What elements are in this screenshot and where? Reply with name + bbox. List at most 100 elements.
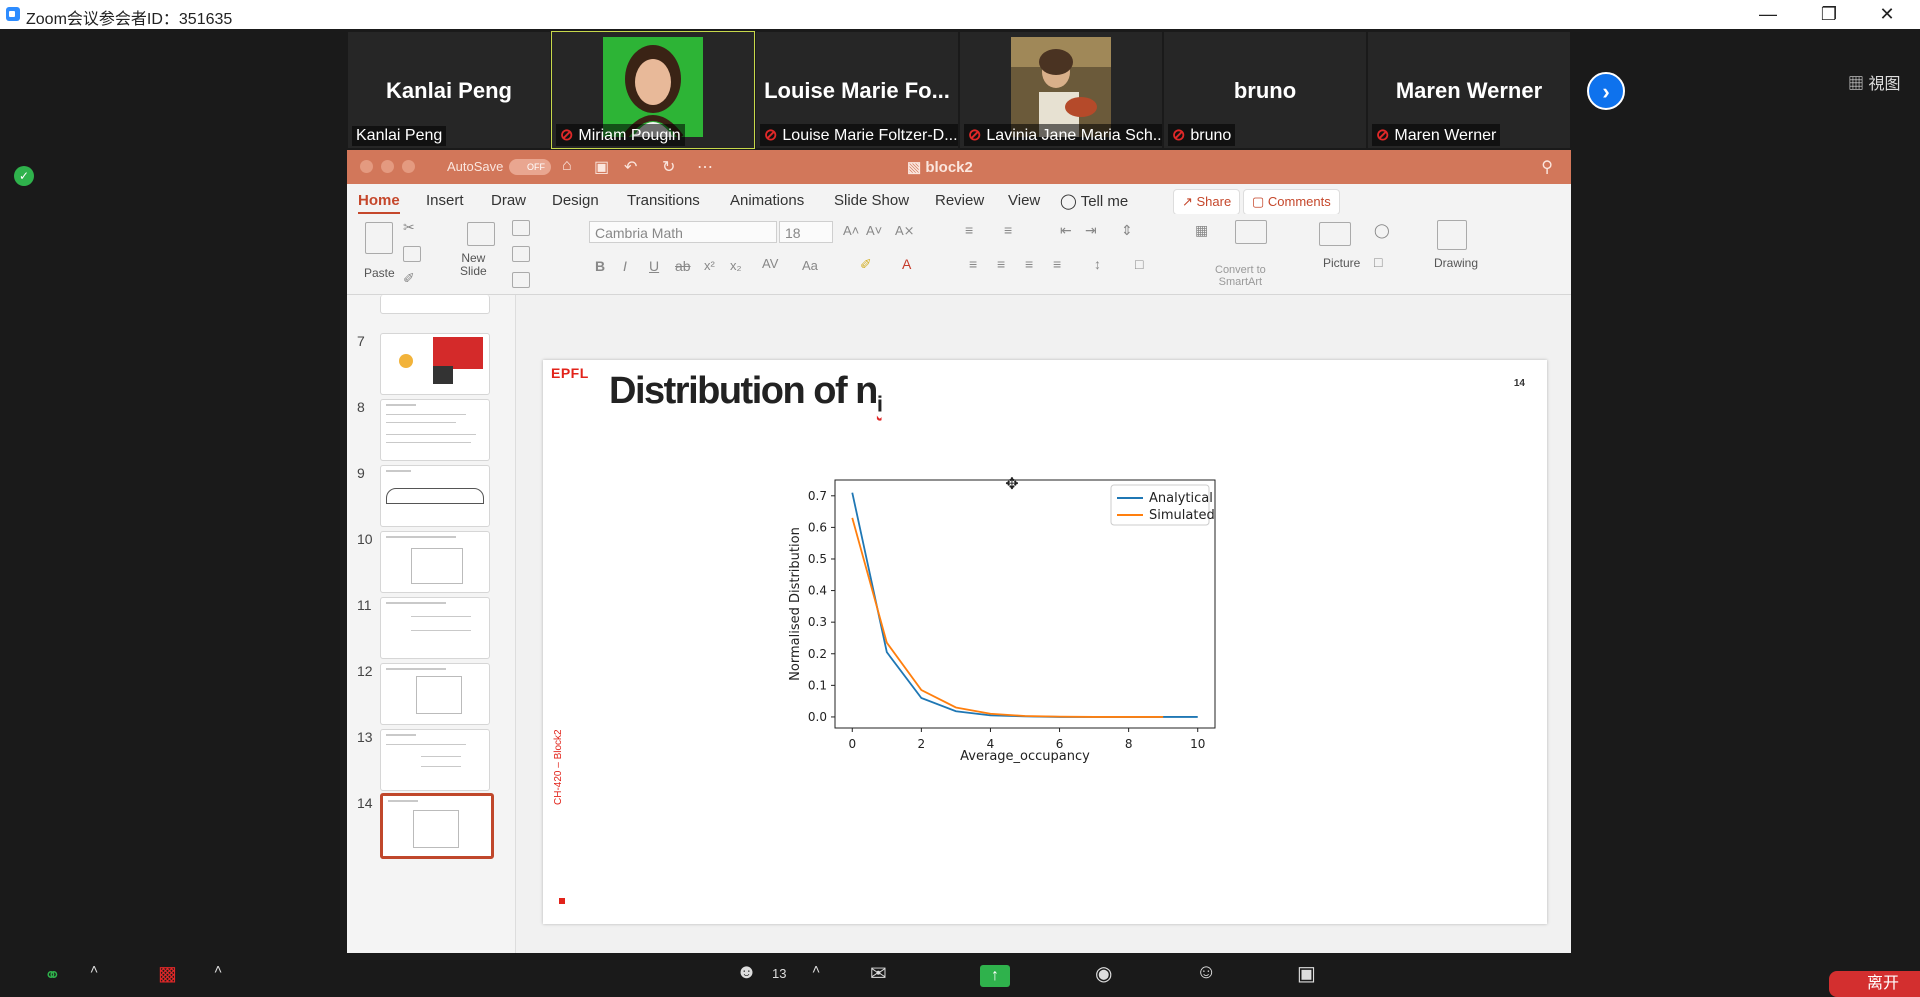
close-window-button[interactable]: ✕: [1864, 0, 1910, 29]
close-dot[interactable]: [360, 160, 373, 173]
increase-indent-icon[interactable]: ⇥: [1085, 222, 1097, 239]
convert-smartart-label[interactable]: Convert to SmartArt: [1215, 264, 1266, 288]
participant-tile[interactable]: bruno ⊘ bruno: [1164, 32, 1366, 148]
participant-tile[interactable]: Maren Werner ⊘ Maren Werner: [1368, 32, 1570, 148]
participant-tile[interactable]: ⊘ Miriam Pougin: [551, 31, 755, 149]
minimize-button[interactable]: —: [1745, 0, 1791, 29]
autosave-toggle[interactable]: OFF: [509, 159, 551, 175]
record-icon[interactable]: ◉: [1095, 961, 1112, 986]
share-screen-icon[interactable]: ↑: [980, 965, 1010, 987]
align-left-icon[interactable]: ≡: [969, 256, 977, 272]
decrease-font-icon[interactable]: A˅: [866, 223, 882, 238]
home-icon[interactable]: ⌂: [562, 157, 572, 175]
columns-icon[interactable]: ▦: [1195, 222, 1208, 239]
text-direction-icon[interactable]: ↕: [1094, 256, 1101, 272]
format-painter-icon[interactable]: ✐: [403, 270, 415, 287]
superscript-icon[interactable]: x²: [704, 258, 715, 273]
slide-thumbnail[interactable]: [380, 663, 490, 725]
tab-view[interactable]: View: [1008, 192, 1040, 209]
character-spacing-icon[interactable]: AV: [762, 256, 778, 271]
participant-tile[interactable]: Kanlai Peng Kanlai Peng: [348, 32, 550, 148]
font-size-select[interactable]: 18: [779, 221, 833, 243]
stop-video-icon[interactable]: ▩: [158, 961, 177, 986]
audio-headphone-icon[interactable]: ⚭: [44, 963, 61, 988]
distribution-chart[interactable]: 0.00.10.20.30.40.50.60.7 0 2 4 6 8 10 Analyti…: [763, 470, 1283, 810]
share-button[interactable]: ↗ Share: [1173, 189, 1241, 215]
tab-draw[interactable]: Draw: [491, 192, 526, 209]
slide-thumbnail[interactable]: [380, 465, 490, 527]
bold-icon[interactable]: B: [595, 258, 605, 274]
slide-thumbnail-selected[interactable]: [380, 793, 494, 859]
apps-icon[interactable]: ▣: [1297, 961, 1316, 986]
slide-thumbnail[interactable]: [380, 399, 490, 461]
align-right-icon[interactable]: ≡: [1025, 256, 1033, 272]
subscript-icon[interactable]: x₂: [730, 258, 742, 273]
smartart-icon[interactable]: [1235, 220, 1267, 244]
undo-icon[interactable]: ↶: [624, 157, 637, 177]
participants-icon[interactable]: ☻: [736, 961, 757, 984]
section-icon[interactable]: [512, 272, 530, 288]
change-case-icon[interactable]: Aa: [802, 258, 818, 273]
bullets-icon[interactable]: ≡: [965, 222, 973, 238]
restore-button[interactable]: ❐: [1806, 0, 1852, 29]
more-icon[interactable]: ⋯: [697, 157, 713, 177]
slide-thumbnail[interactable]: [380, 333, 490, 395]
slide-thumbnail[interactable]: [380, 597, 490, 659]
align-center-icon[interactable]: ≡: [997, 256, 1005, 272]
tab-insert[interactable]: Insert: [426, 192, 464, 209]
chat-icon[interactable]: ✉: [870, 961, 887, 986]
highlight-icon[interactable]: ✐: [860, 256, 872, 273]
copy-icon[interactable]: [403, 246, 421, 262]
increase-font-icon[interactable]: A˄: [843, 223, 859, 238]
security-shield-icon[interactable]: ✓: [14, 166, 34, 186]
tell-me-search[interactable]: ◯ Tell me: [1060, 192, 1128, 210]
video-options-caret-icon[interactable]: ˄: [214, 961, 222, 977]
numbering-icon[interactable]: ≡: [1004, 222, 1012, 238]
reset-icon[interactable]: [512, 246, 530, 262]
save-icon[interactable]: ▣: [594, 157, 609, 177]
picture-label[interactable]: Picture: [1323, 256, 1360, 270]
slide-thumbnail[interactable]: [380, 531, 490, 593]
justify-icon[interactable]: ≡: [1053, 256, 1061, 272]
align-text-icon[interactable]: □: [1135, 256, 1143, 272]
slide-thumbnail[interactable]: [380, 729, 490, 791]
drawing-icon[interactable]: [1437, 220, 1467, 250]
zoom-dot[interactable]: [402, 160, 415, 173]
slide-title[interactable]: Distribution of ni: [609, 370, 883, 418]
search-icon[interactable]: ⚲: [1541, 157, 1553, 177]
italic-icon[interactable]: I: [623, 258, 627, 274]
minimize-dot[interactable]: [381, 160, 394, 173]
tab-design[interactable]: Design: [552, 192, 599, 209]
audio-options-caret-icon[interactable]: ˄: [90, 961, 98, 977]
tab-animations[interactable]: Animations: [730, 192, 804, 209]
cut-icon[interactable]: ✂: [403, 219, 415, 236]
slide-canvas[interactable]: EPFL Distribution of ni 14 CH-420 – Bloc…: [543, 360, 1547, 924]
redo-icon[interactable]: ↻: [662, 157, 675, 177]
picture-icon[interactable]: [1319, 222, 1351, 246]
leave-meeting-button[interactable]: 离开: [1829, 971, 1920, 997]
line-spacing-icon[interactable]: ⇕: [1121, 222, 1133, 239]
participant-tile[interactable]: Louise Marie Fo... ⊘ Louise Marie Foltzer…: [756, 32, 958, 148]
drawing-label[interactable]: Drawing: [1434, 256, 1478, 270]
view-switch-button[interactable]: ▦ 視图: [1848, 70, 1900, 94]
shapes-icon[interactable]: ◯: [1374, 222, 1390, 239]
strikethrough-icon[interactable]: ab: [675, 258, 691, 274]
clear-format-icon[interactable]: A⨯: [895, 223, 915, 239]
font-color-icon[interactable]: A: [902, 256, 911, 272]
underline-icon[interactable]: U: [649, 258, 659, 274]
textbox-icon[interactable]: □: [1374, 254, 1382, 270]
new-slide-label[interactable]: New Slide: [460, 252, 487, 278]
decrease-indent-icon[interactable]: ⇤: [1060, 222, 1072, 239]
participant-tile[interactable]: ⊘ Lavinia Jane Maria Sch...: [960, 32, 1162, 148]
slide-thumbnail[interactable]: [380, 295, 490, 314]
participants-caret-icon[interactable]: ˄: [812, 961, 820, 977]
tab-home[interactable]: Home: [358, 192, 400, 215]
tab-review[interactable]: Review: [935, 192, 984, 209]
tab-transitions[interactable]: Transitions: [627, 192, 700, 209]
comments-button[interactable]: ▢ Comments: [1243, 189, 1340, 215]
paste-label[interactable]: Paste: [364, 266, 395, 280]
tab-slide-show[interactable]: Slide Show: [834, 192, 909, 209]
font-family-select[interactable]: Cambria Math: [589, 221, 777, 243]
reactions-icon[interactable]: ☺: [1196, 961, 1216, 984]
new-slide-icon[interactable]: [467, 222, 495, 246]
